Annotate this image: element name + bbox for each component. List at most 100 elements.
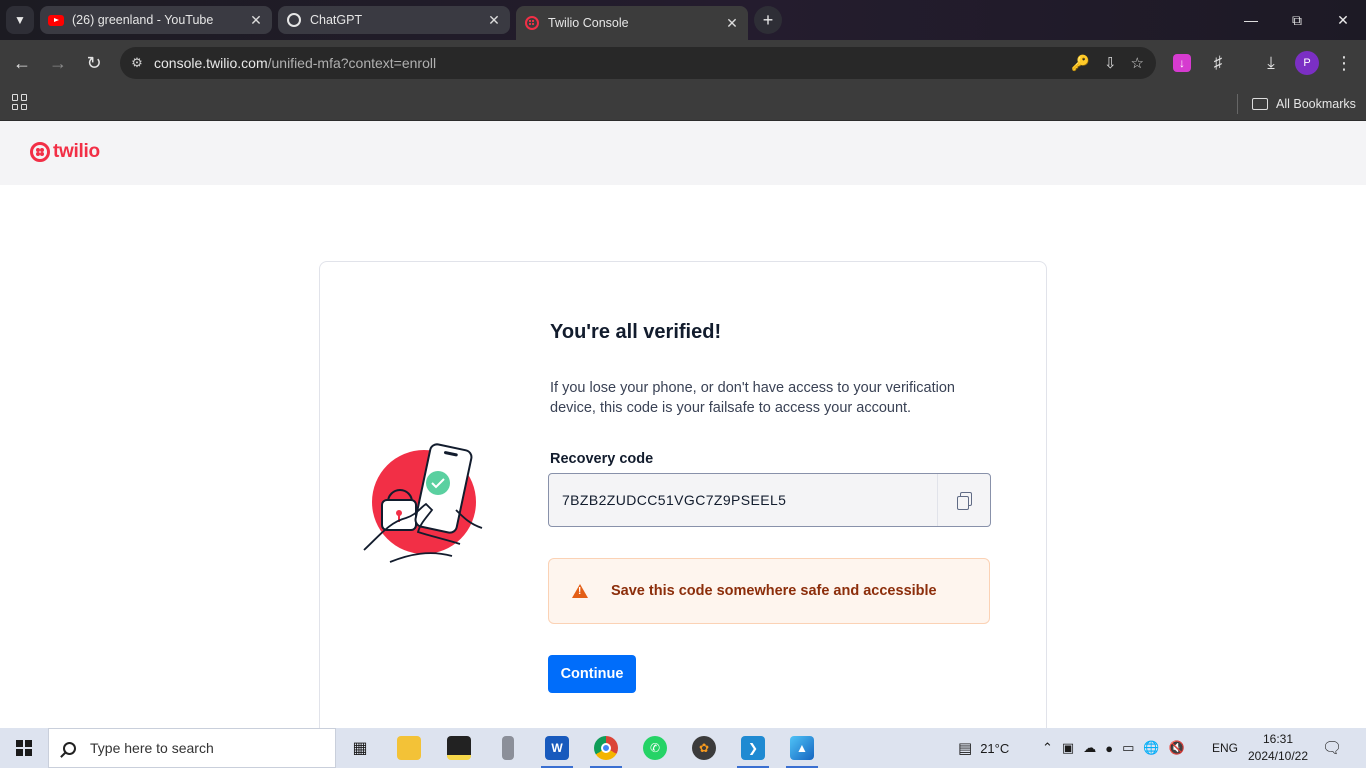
voice-recorder-app[interactable]	[484, 728, 532, 768]
speaker-muted-icon[interactable]: 🔇	[1169, 740, 1185, 756]
star-icon[interactable]: ☆	[1131, 54, 1144, 72]
twilio-logo-icon	[30, 142, 50, 162]
bookmarks-bar: All Bookmarks	[0, 86, 1366, 121]
all-bookmarks-label: All Bookmarks	[1276, 96, 1356, 111]
vscode-icon: ❯	[741, 736, 765, 760]
new-tab-button[interactable]: +	[754, 6, 782, 34]
fl-studio-icon: ✿	[692, 736, 716, 760]
recovery-code-value[interactable]: 7BZB2ZUDCC51VGC7Z9PSEEL5	[549, 474, 937, 526]
system-tray: ⌃ ▣ ☁ ● ▭ 🌐 🔇	[1042, 728, 1185, 768]
search-placeholder: Type here to search	[90, 740, 214, 756]
warning-text: Save this code somewhere safe and access…	[611, 583, 937, 599]
extension-download-button[interactable]: ↓	[1170, 48, 1194, 78]
profile-button[interactable]: P	[1295, 48, 1319, 78]
copy-icon	[957, 492, 972, 510]
clock-time: 16:31	[1262, 732, 1294, 746]
apps-grid-icon[interactable]	[12, 94, 28, 110]
install-app-icon[interactable]: ⇩	[1104, 54, 1117, 72]
tab-title: (26) greenland - YouTube	[72, 13, 214, 27]
chrome-icon	[594, 736, 618, 760]
cloud-sync-icon[interactable]: ☁	[1083, 740, 1096, 756]
notification-icon: 🗨	[1322, 740, 1343, 757]
windows-taskbar: Type here to search ▦ W ✆ ✿ ❯ ▲ ▤ 21°C ⌃…	[0, 728, 1366, 768]
verification-content: You're all verified! If you lose your ph…	[550, 321, 992, 418]
task-view-icon: ▦	[352, 740, 368, 757]
clock-date: 2024/10/22	[1247, 749, 1309, 763]
windows-logo-icon	[16, 740, 32, 756]
forward-button[interactable]: →	[43, 48, 73, 78]
youtube-icon	[48, 12, 64, 28]
page-title: You're all verified!	[550, 321, 722, 343]
download-extension-icon: ↓	[1173, 54, 1191, 72]
browser-menu-button[interactable]: ⋮	[1332, 48, 1356, 78]
twilio-header: twilio	[0, 121, 1366, 185]
extensions-button[interactable]: ♯	[1206, 48, 1230, 78]
close-icon[interactable]: ✕	[724, 15, 740, 32]
recovery-description: If you lose your phone, or don't have ac…	[550, 380, 955, 416]
fl-studio-app[interactable]: ✿	[680, 728, 728, 768]
file-explorer-app[interactable]	[385, 728, 433, 768]
taskbar-search[interactable]: Type here to search	[48, 728, 336, 768]
browser-tab-strip: ▼ (26) greenland - YouTube ✕ ChatGPT ✕ T…	[0, 0, 1366, 40]
url-text[interactable]: console.twilio.com/unified-mfa?context=e…	[154, 55, 436, 71]
photos-icon: ▲	[790, 736, 814, 760]
all-bookmarks-button[interactable]: All Bookmarks	[1252, 86, 1356, 121]
whatsapp-app[interactable]: ✆	[631, 728, 679, 768]
minimize-button[interactable]: —	[1228, 0, 1274, 40]
tab-youtube[interactable]: (26) greenland - YouTube ✕	[40, 6, 272, 34]
system-clock[interactable]: 16:31 2024/10/22	[1244, 731, 1312, 765]
address-bar[interactable]: ⚙ console.twilio.com/unified-mfa?context…	[120, 47, 1156, 79]
close-icon[interactable]: ✕	[248, 12, 264, 29]
avatar: P	[1295, 51, 1319, 75]
folder-icon	[397, 736, 421, 760]
arrow-right-icon: →	[49, 52, 67, 73]
puzzle-icon: ♯	[1213, 53, 1223, 72]
microphone-icon	[502, 736, 514, 760]
copy-code-button[interactable]	[937, 474, 990, 526]
vscode-app[interactable]: ❯	[729, 728, 777, 768]
close-icon: ✕	[1337, 11, 1349, 28]
restore-button[interactable]: ⧉	[1274, 0, 1320, 40]
chatgpt-icon	[286, 12, 302, 28]
address-bar-actions: 🔑 ⇩ ☆	[1071, 47, 1144, 79]
restore-icon: ⧉	[1292, 11, 1302, 28]
chevron-up-icon[interactable]: ⌃	[1042, 740, 1053, 756]
more-vertical-icon: ⋮	[1335, 52, 1353, 73]
battery-icon[interactable]: ▭	[1122, 740, 1134, 756]
search-icon	[63, 741, 76, 755]
url-path: /unified-mfa?context=enroll	[267, 55, 437, 71]
sticky-notes-app[interactable]	[435, 728, 483, 768]
weather-icon: ▤	[958, 740, 973, 757]
sticky-notes-icon	[447, 736, 471, 760]
photos-app[interactable]: ▲	[778, 728, 826, 768]
close-window-button[interactable]: ✕	[1320, 0, 1366, 40]
tab-chatgpt[interactable]: ChatGPT ✕	[278, 6, 510, 34]
site-info-icon[interactable]: ⚙	[120, 55, 154, 71]
word-app[interactable]: W	[533, 728, 581, 768]
close-icon[interactable]: ✕	[486, 12, 502, 29]
logo-text: twilio	[53, 141, 100, 162]
weather-widget[interactable]: ▤ 21°C	[958, 728, 1009, 768]
download-icon: ⤓	[1267, 53, 1275, 72]
microphone-icon[interactable]: ●	[1105, 741, 1113, 756]
twilio-logo[interactable]: twilio	[30, 141, 100, 163]
continue-button[interactable]: Continue	[548, 655, 636, 693]
notifications-button[interactable]: 🗨	[1322, 728, 1342, 768]
back-button[interactable]: ←	[7, 48, 37, 78]
recovery-code-field[interactable]: 7BZB2ZUDCC51VGC7Z9PSEEL5	[548, 473, 991, 527]
browser-toolbar: ← → ↻ ⚙ console.twilio.com/unified-mfa?c…	[0, 40, 1366, 86]
downloads-button[interactable]: ⤓	[1259, 48, 1283, 78]
whatsapp-icon: ✆	[643, 736, 667, 760]
task-view-button[interactable]: ▦	[336, 728, 384, 768]
chrome-app[interactable]	[582, 728, 630, 768]
start-button[interactable]	[0, 728, 48, 768]
language-indicator[interactable]: ENG	[1212, 728, 1238, 768]
tab-search-button[interactable]: ▼	[6, 6, 34, 34]
weather-temperature: 21°C	[980, 740, 1010, 756]
reload-button[interactable]: ↻	[79, 48, 109, 78]
key-icon[interactable]: 🔑	[1071, 54, 1090, 72]
tab-twilio-console[interactable]: Twilio Console ✕	[516, 6, 748, 40]
network-globe-icon[interactable]: 🌐	[1143, 740, 1159, 756]
camera-icon[interactable]: ▣	[1062, 740, 1074, 756]
warning-icon	[572, 584, 588, 598]
